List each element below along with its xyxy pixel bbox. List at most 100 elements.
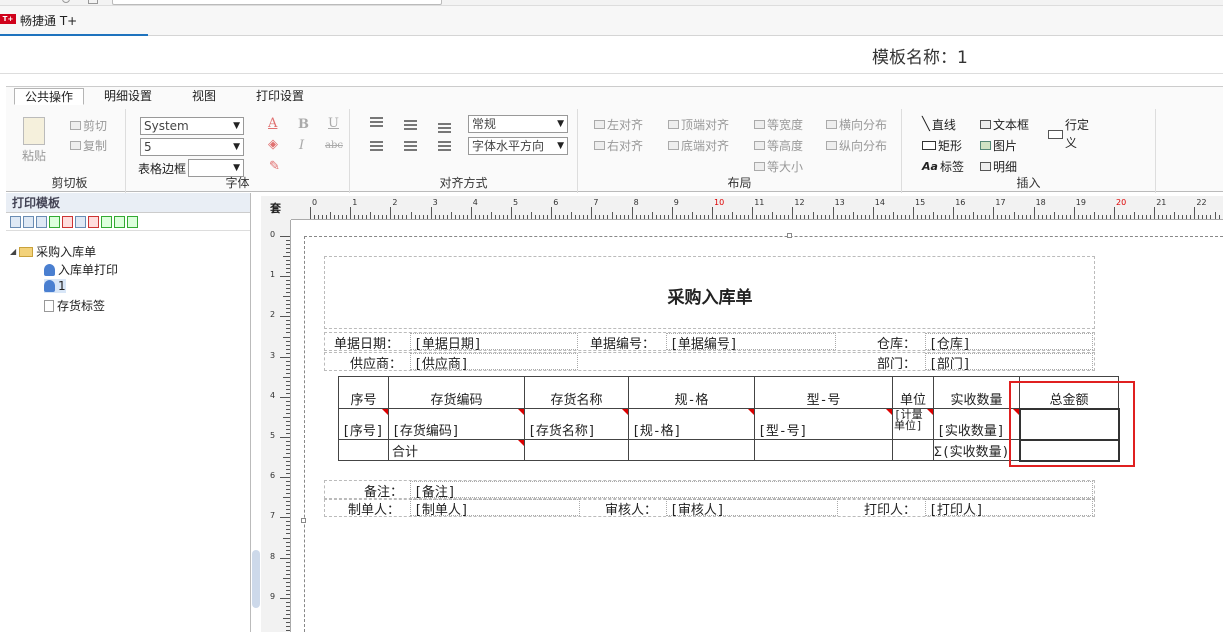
table-cell[interactable]: [计量 单位]: [892, 408, 934, 440]
font-size-select[interactable]: 5 ▼: [140, 138, 244, 156]
insert-rect-button[interactable]: 矩形: [922, 137, 962, 154]
insert-line-button[interactable]: ╲ 直线: [922, 116, 956, 133]
pen-icon[interactable]: ✎: [269, 159, 280, 174]
tree-item-template-1[interactable]: 1: [44, 279, 66, 293]
column-header[interactable]: 型-号: [754, 376, 893, 409]
table-cell[interactable]: [754, 439, 893, 461]
same-size-button[interactable]: 等大小: [754, 158, 803, 175]
align-top-left-icon[interactable]: [370, 117, 383, 127]
save-icon[interactable]: [23, 215, 34, 228]
table-cell[interactable]: [规-格]: [628, 408, 755, 440]
table-cell[interactable]: [实收数量]: [933, 408, 1020, 440]
panel-splitter[interactable]: [252, 550, 260, 608]
tab-view[interactable]: 视图: [182, 88, 226, 105]
column-header[interactable]: 存货编码: [388, 376, 525, 409]
expand-icon[interactable]: ◢: [10, 247, 16, 256]
report-title[interactable]: 采购入库单: [620, 283, 800, 308]
table-cell[interactable]: [存货编码]: [388, 408, 525, 440]
field-label-remark[interactable]: 备注：: [364, 481, 403, 500]
align-center-icon[interactable]: [404, 141, 417, 151]
font-color-button[interactable]: A: [268, 116, 277, 131]
new-icon[interactable]: [10, 215, 21, 228]
align-left-icon[interactable]: [370, 141, 383, 151]
field-label-reviewer[interactable]: 审核人：: [605, 499, 657, 518]
table-cell[interactable]: 合计: [388, 439, 525, 461]
field-value-remark[interactable]: [备注]: [414, 481, 456, 500]
enable-icon[interactable]: [49, 215, 60, 228]
table-cell[interactable]: [524, 439, 629, 461]
field-label-creator[interactable]: 制单人：: [348, 499, 400, 518]
column-header[interactable]: 单位: [892, 376, 934, 409]
save-as-icon[interactable]: [36, 215, 47, 228]
field-value-reviewer[interactable]: [审核人]: [670, 499, 725, 518]
column-header[interactable]: 序号: [338, 376, 389, 409]
home-icon[interactable]: [88, 0, 98, 4]
italic-button[interactable]: I: [299, 138, 304, 153]
export-icon[interactable]: [114, 215, 125, 228]
table-cell[interactable]: [型-号]: [754, 408, 893, 440]
tree-item-inventory-label[interactable]: 存货标签: [44, 297, 105, 314]
tab-detail-settings[interactable]: 明细设置: [94, 88, 162, 105]
resize-handle[interactable]: [301, 518, 306, 523]
field-label-department[interactable]: 部门：: [877, 353, 916, 372]
align-top-center-icon[interactable]: [404, 120, 417, 130]
edit-icon[interactable]: [75, 215, 86, 228]
field-value-printer[interactable]: [打印人]: [929, 499, 984, 518]
import-icon[interactable]: [101, 215, 112, 228]
table-cell[interactable]: [338, 439, 389, 461]
copy-button[interactable]: 复制: [70, 137, 107, 154]
field-value-date[interactable]: [单据日期]: [414, 333, 482, 352]
text-style-select[interactable]: 常规 ▼: [468, 115, 568, 133]
align-top-button[interactable]: 顶端对齐: [668, 116, 729, 133]
insert-image-button[interactable]: 图片: [980, 137, 1017, 154]
table-cell[interactable]: [序号]: [338, 408, 389, 440]
font-family-select[interactable]: System ▼: [140, 117, 244, 135]
insert-textbox-button[interactable]: 文本框: [980, 116, 1029, 133]
same-height-button[interactable]: 等高度: [754, 137, 803, 154]
field-label-printer[interactable]: 打印人：: [864, 499, 916, 518]
align-top-right-icon[interactable]: [438, 123, 451, 133]
delete-icon[interactable]: [88, 215, 99, 228]
field-value-creator[interactable]: [制单人]: [414, 499, 469, 518]
column-header[interactable]: 存货名称: [524, 376, 629, 409]
same-width-button[interactable]: 等宽度: [754, 116, 803, 133]
align-right-button[interactable]: 右对齐: [594, 137, 643, 154]
table-cell[interactable]: Σ(实收数量): [933, 439, 1020, 461]
align-right-icon[interactable]: [438, 141, 451, 151]
tab-print-settings[interactable]: 打印设置: [246, 88, 314, 105]
field-label-number[interactable]: 单据编号：: [590, 333, 655, 352]
distribute-horizontal-button[interactable]: 横向分布: [826, 116, 887, 133]
resize-handle[interactable]: [787, 233, 792, 238]
fill-color-icon[interactable]: ◈: [268, 137, 278, 152]
field-value-number[interactable]: [单据编号]: [670, 333, 738, 352]
cut-button[interactable]: 剪切: [70, 117, 107, 134]
field-value-warehouse[interactable]: [仓库]: [929, 333, 971, 352]
tree-item-receipt-print[interactable]: 入库单打印: [44, 261, 118, 278]
distribute-vertical-button[interactable]: 纵向分布: [826, 137, 887, 154]
align-bottom-button[interactable]: 底端对齐: [668, 137, 729, 154]
field-label-warehouse[interactable]: 仓库：: [877, 333, 916, 352]
ruler-corner[interactable]: 套: [261, 196, 291, 220]
insert-label-button[interactable]: Aa 标签: [922, 158, 964, 175]
address-bar[interactable]: [112, 0, 442, 5]
table-cell[interactable]: [892, 439, 934, 461]
align-left-button[interactable]: 左对齐: [594, 116, 643, 133]
underline-button[interactable]: U: [328, 116, 339, 131]
field-label-date[interactable]: 单据日期：: [334, 333, 399, 352]
table-cell[interactable]: [628, 439, 755, 461]
refresh-icon[interactable]: [62, 0, 70, 3]
refresh-icon[interactable]: [127, 215, 138, 228]
bold-button[interactable]: B: [298, 117, 309, 132]
tree-item-purchase-receipt[interactable]: ◢ 采购入库单: [10, 243, 96, 260]
disable-icon[interactable]: [62, 215, 73, 228]
column-header[interactable]: 实收数量: [933, 376, 1020, 409]
strikethrough-button[interactable]: abc: [325, 140, 343, 151]
field-value-department[interactable]: [部门]: [929, 353, 971, 372]
paste-button[interactable]: 粘贴: [22, 117, 46, 164]
field-value-supplier[interactable]: [供应商]: [414, 353, 469, 372]
column-header[interactable]: 规-格: [628, 376, 755, 409]
text-direction-select[interactable]: 字体水平方向 ▼: [468, 137, 568, 155]
table-cell[interactable]: [存货名称]: [524, 408, 629, 440]
tab-common[interactable]: 公共操作: [14, 88, 85, 105]
insert-detail-button[interactable]: 明细: [980, 158, 1017, 175]
